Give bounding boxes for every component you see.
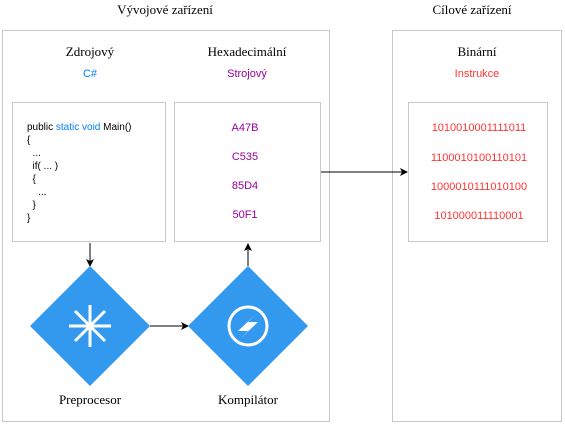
diagram-connectors [30,168,408,386]
preprocessor-node [30,266,150,386]
asterisk-icon [69,305,111,347]
preprocessor-label: Preprocesor [58,392,122,407]
compiler-node [188,266,308,386]
compiler-label: Kompilátor [218,392,278,407]
